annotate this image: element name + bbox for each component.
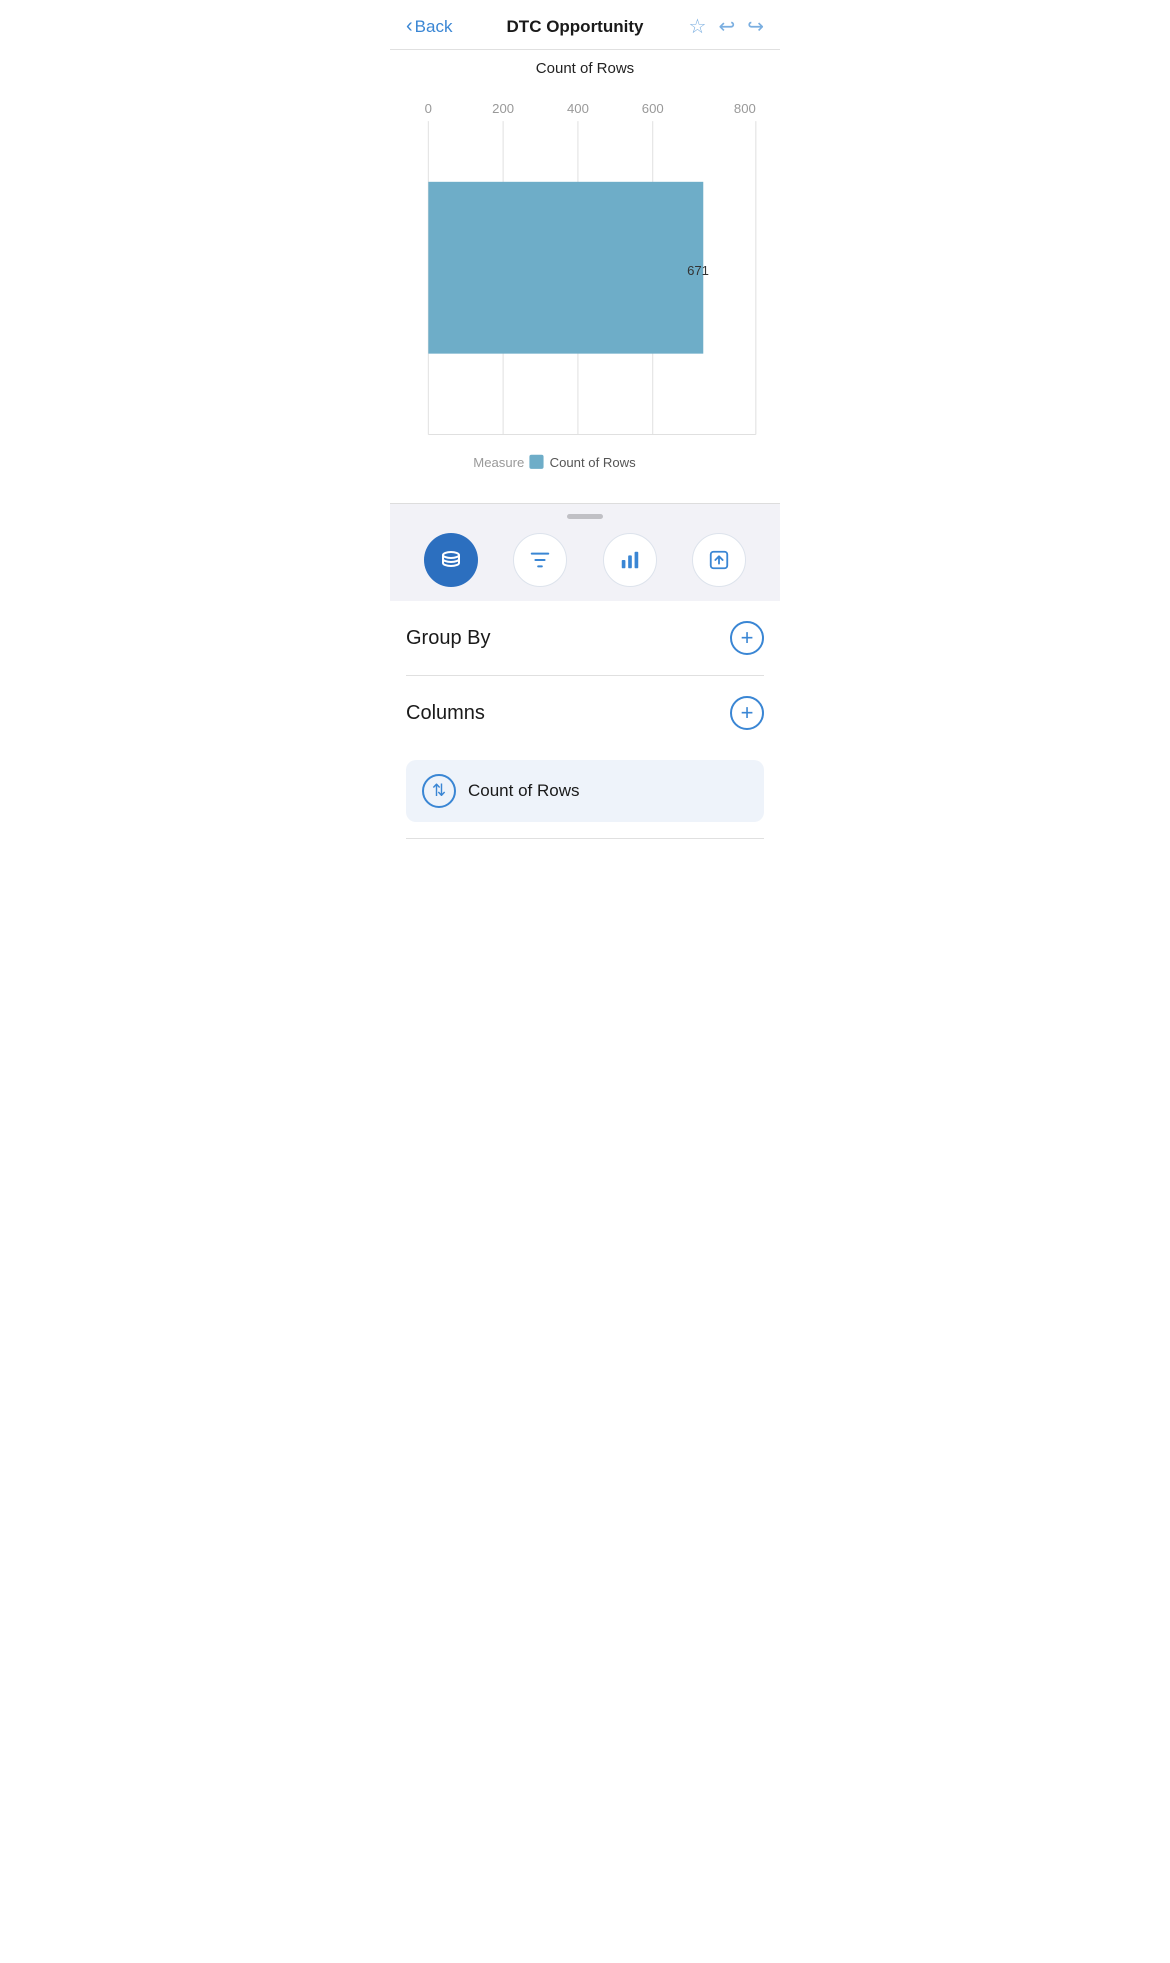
svg-text:200: 200 [492,101,514,116]
columns-label: Columns [406,702,485,725]
group-by-label: Group By [406,627,490,650]
svg-text:Count of Rows: Count of Rows [550,455,637,470]
columns-row: Columns + [406,676,764,750]
sheet-handle-area [390,503,780,519]
chart-area: Count of Rows 0 200 400 600 800 671 [390,50,780,503]
toolbar [390,519,780,601]
chart-svg: 0 200 400 600 800 671 Measure Coun [398,83,772,503]
back-label: Back [415,17,453,37]
chart-title: Count of Rows [398,60,772,77]
drag-handle [567,514,603,519]
bar-chart-icon [619,549,641,571]
share-tab-button[interactable] [692,533,746,587]
group-by-row: Group By + [406,601,764,675]
sort-icon: ⇅ [432,781,446,801]
chart-container: 0 200 400 600 800 671 Measure Coun [398,83,772,503]
undo-icon[interactable]: ↩ [718,14,735,39]
header: ‹ Back DTC Opportunity ☆ ↩ ↪ [390,0,780,50]
chart-tab-button[interactable] [603,533,657,587]
group-by-add-button[interactable]: + [730,621,764,655]
section-divider-2 [406,838,764,839]
columns-add-icon: + [741,702,754,724]
content-section: Group By + Columns + ⇅ Count of Rows [390,601,780,839]
column-item-label: Count of Rows [468,781,580,801]
data-tab-button[interactable] [424,533,478,587]
svg-text:800: 800 [734,101,756,116]
layers-icon [439,548,463,572]
back-button[interactable]: ‹ Back [406,15,466,38]
redo-icon[interactable]: ↪ [747,14,764,39]
back-chevron-icon: ‹ [406,15,413,38]
group-by-add-icon: + [741,627,754,649]
svg-text:Measure: Measure [473,455,524,470]
page-title: DTC Opportunity [466,17,684,37]
svg-text:600: 600 [642,101,664,116]
svg-text:671: 671 [687,263,709,278]
filter-icon [529,549,551,571]
share-icon [708,549,730,571]
svg-text:400: 400 [567,101,589,116]
header-actions: ☆ ↩ ↪ [684,14,764,39]
count-of-rows-icon: ⇅ [422,774,456,808]
columns-add-button[interactable]: + [730,696,764,730]
filter-tab-button[interactable] [513,533,567,587]
bar-rect [428,182,703,354]
column-item-count-of-rows[interactable]: ⇅ Count of Rows [406,760,764,822]
svg-text:0: 0 [425,101,432,116]
star-icon[interactable]: ☆ [689,14,707,39]
